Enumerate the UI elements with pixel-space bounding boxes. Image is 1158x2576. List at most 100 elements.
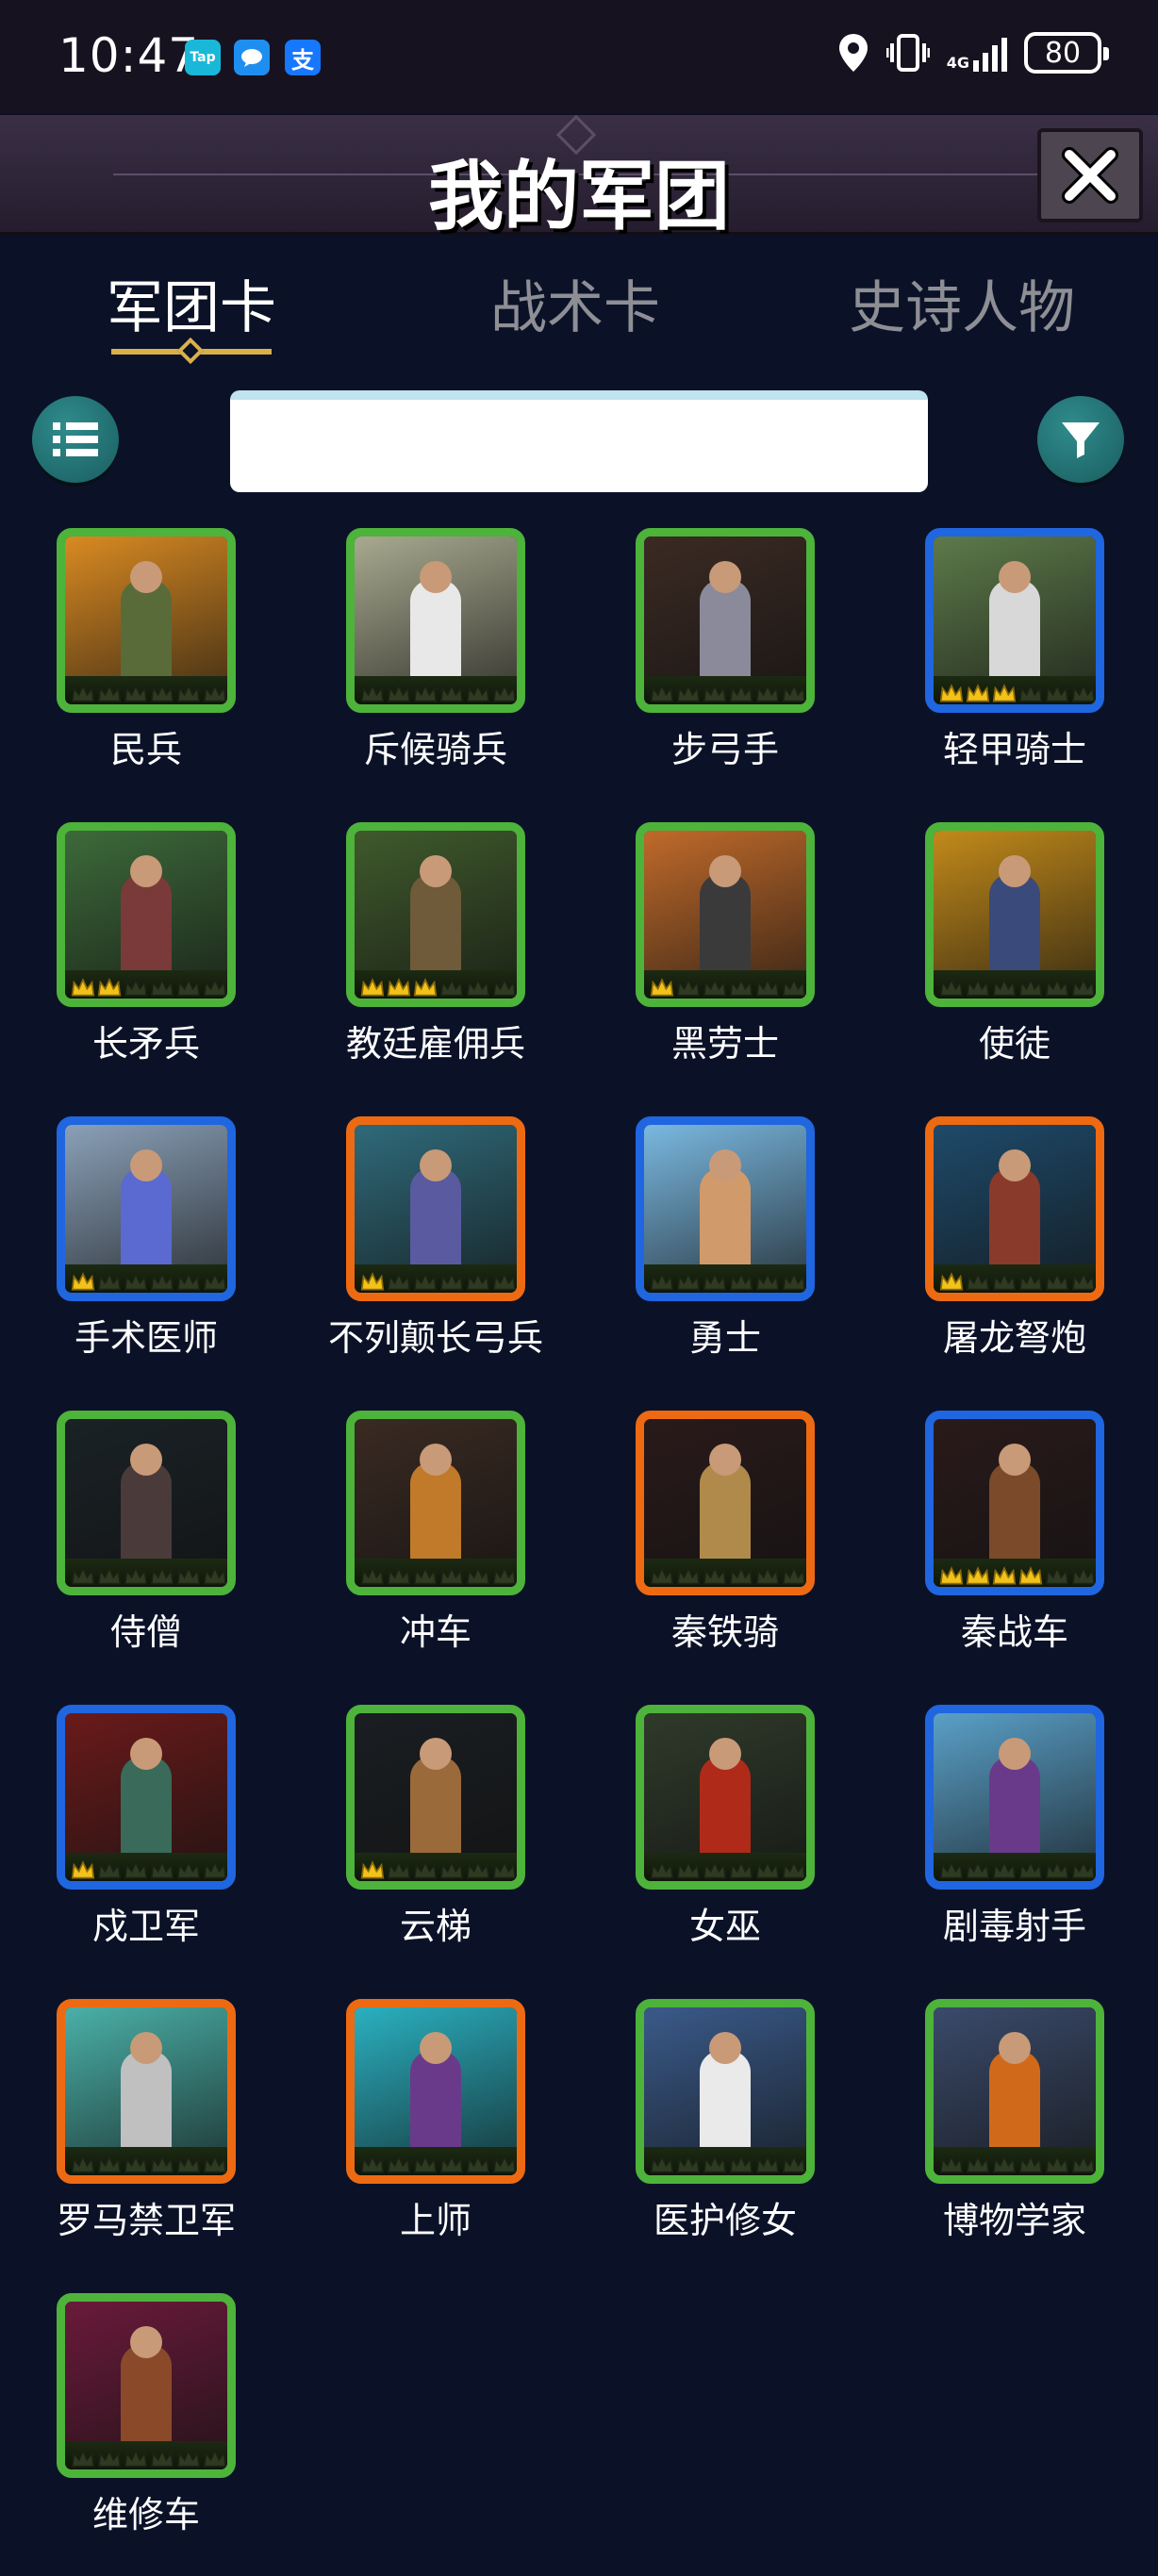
status-bar: 10:47 Tap 支 4G 80 (0, 0, 1158, 113)
crown-icon (939, 1272, 964, 1291)
crown-icon (124, 684, 148, 702)
rank-crowns (355, 1264, 517, 1293)
crown-icon (703, 684, 727, 702)
crown-icon (203, 1860, 227, 1879)
unit-card[interactable]: 手术医师 (28, 1116, 264, 1399)
crown-icon (150, 978, 174, 997)
crown-icon (729, 1272, 753, 1291)
rank-crowns (65, 1264, 227, 1293)
crown-icon (492, 1566, 517, 1585)
crown-icon (1071, 978, 1096, 997)
unit-card[interactable]: 不列颠长弓兵 (318, 1116, 554, 1399)
unit-card[interactable]: 博物学家 (897, 1999, 1133, 2282)
crown-icon (1018, 1566, 1043, 1585)
unit-card[interactable]: 侍僧 (28, 1411, 264, 1693)
crown-icon (676, 684, 701, 702)
alipay-app-icon: 支 (285, 40, 321, 75)
crown-icon (492, 1860, 517, 1879)
crown-icon (703, 1272, 727, 1291)
crown-icon (966, 684, 990, 702)
unit-card[interactable]: 长矛兵 (28, 822, 264, 1105)
unit-card[interactable]: 勇士 (607, 1116, 843, 1399)
close-button[interactable] (1037, 128, 1143, 223)
unit-card-name: 剧毒射手 (942, 1906, 1086, 1947)
unit-card[interactable]: 轻甲骑士 (897, 528, 1133, 811)
crown-icon (1018, 1272, 1043, 1291)
unit-card[interactable]: 黑劳士 (607, 822, 843, 1105)
unit-card[interactable]: 秦铁骑 (607, 1411, 843, 1693)
rank-crowns (644, 676, 806, 704)
unit-card[interactable]: 步弓手 (607, 528, 843, 811)
crown-icon (203, 2449, 227, 2468)
crown-icon (413, 2155, 438, 2173)
filter-button[interactable] (1037, 396, 1124, 483)
rank-crowns (644, 970, 806, 999)
crown-icon (1018, 1860, 1043, 1879)
crown-icon (992, 2155, 1017, 2173)
crown-icon (782, 978, 806, 997)
crown-icon (124, 2449, 148, 2468)
unit-card-frame (925, 1705, 1104, 1890)
crown-icon (1045, 1566, 1069, 1585)
list-view-button[interactable] (32, 396, 119, 483)
crown-icon (782, 2155, 806, 2173)
title-bar: 我的军团 (0, 114, 1158, 240)
unit-card[interactable]: 使徒 (897, 822, 1133, 1105)
unit-card-frame (346, 822, 525, 1007)
crown-icon (387, 1272, 411, 1291)
crown-icon (97, 2155, 122, 2173)
rank-crowns (65, 970, 227, 999)
rank-crowns (65, 2441, 227, 2469)
tab-epic-characters[interactable]: 史诗人物 (849, 262, 1075, 344)
crown-icon (71, 1566, 95, 1585)
unit-card-frame (925, 1116, 1104, 1301)
unit-card[interactable]: 民兵 (28, 528, 264, 811)
crown-icon (729, 1860, 753, 1879)
crown-icon (1045, 1860, 1069, 1879)
unit-card[interactable]: 秦战车 (897, 1411, 1133, 1693)
crown-icon (966, 978, 990, 997)
unit-card[interactable]: 罗马禁卫军 (28, 1999, 264, 2282)
rank-crowns (65, 2147, 227, 2175)
crown-icon (71, 2449, 95, 2468)
unit-card-frame (636, 822, 815, 1007)
crown-icon (176, 978, 201, 997)
crown-icon (124, 1860, 148, 1879)
crown-icon (703, 1860, 727, 1879)
tab-tactics-cards[interactable]: 战术卡 (490, 262, 660, 344)
crown-icon (176, 2155, 201, 2173)
unit-card-name: 教廷雇佣兵 (345, 1023, 525, 1065)
unit-card[interactable]: 剧毒射手 (897, 1705, 1133, 1988)
crown-icon (387, 2155, 411, 2173)
unit-card[interactable]: 云梯 (318, 1705, 554, 1988)
unit-card[interactable]: 戍卫军 (28, 1705, 264, 1988)
unit-card-name: 维修车 (91, 2494, 200, 2535)
crown-icon (755, 684, 780, 702)
crown-icon (939, 1566, 964, 1585)
crown-icon (650, 1566, 674, 1585)
tab-legion-cards[interactable]: 军团卡 (107, 262, 276, 344)
unit-card[interactable]: 维修车 (28, 2293, 264, 2576)
crown-icon (439, 684, 464, 702)
crown-icon (676, 978, 701, 997)
unit-card[interactable]: 屠龙弩炮 (897, 1116, 1133, 1399)
unit-card[interactable]: 上师 (318, 1999, 554, 2282)
unit-card-name: 民兵 (109, 729, 182, 770)
unit-card[interactable]: 教廷雇佣兵 (318, 822, 554, 1105)
crown-icon (150, 684, 174, 702)
rank-crowns (355, 1559, 517, 1587)
crown-icon (939, 978, 964, 997)
unit-card[interactable]: 医护修女 (607, 1999, 843, 2282)
unit-card[interactable]: 斥候骑兵 (318, 528, 554, 811)
crown-icon (360, 684, 385, 702)
crown-icon (676, 2155, 701, 2173)
rank-crowns (355, 1853, 517, 1881)
crown-icon (782, 1566, 806, 1585)
unit-card-name: 戍卫军 (91, 1906, 200, 1947)
unit-card-name: 罗马禁卫军 (56, 2200, 236, 2241)
crown-icon (150, 2449, 174, 2468)
unit-card[interactable]: 冲车 (318, 1411, 554, 1693)
crown-icon (124, 2155, 148, 2173)
unit-card[interactable]: 女巫 (607, 1705, 843, 1988)
search-input[interactable] (230, 390, 928, 492)
